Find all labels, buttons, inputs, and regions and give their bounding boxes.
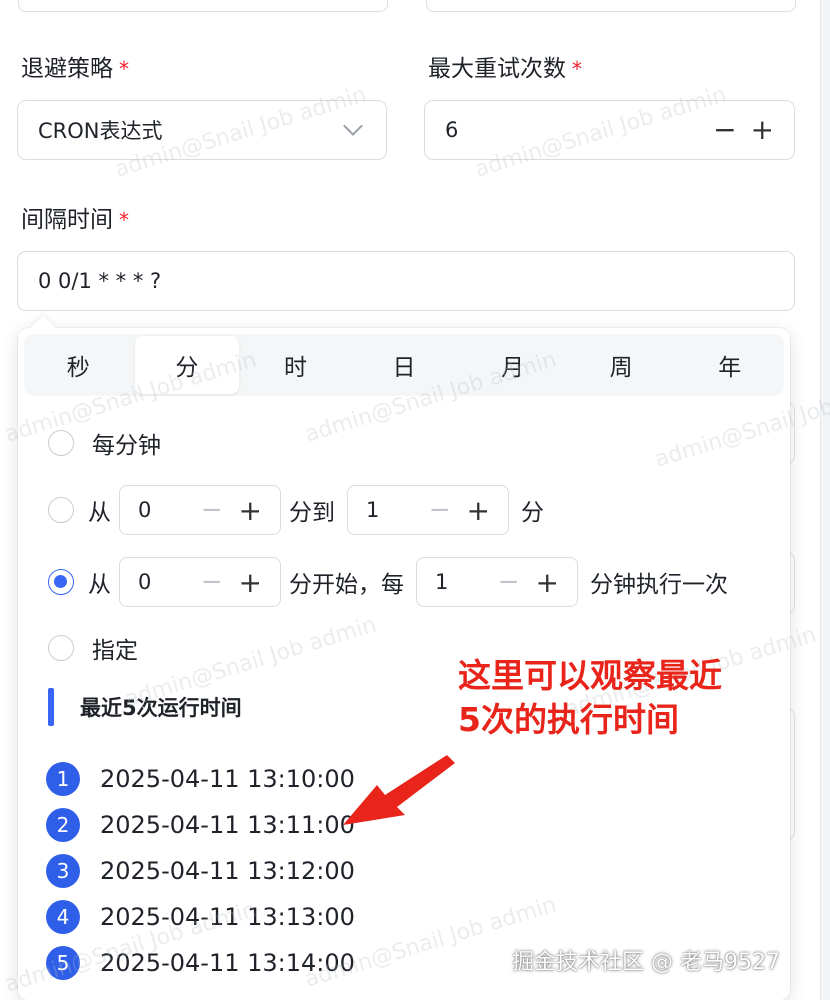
- step-start-stepper[interactable]: 0 − +: [119, 557, 281, 607]
- option-specify[interactable]: 指定: [48, 633, 138, 664]
- footer-watermark: 掘金技术社区 @ 老马9527: [512, 950, 780, 975]
- annotation-line-1: 这里可以观察最近: [458, 656, 722, 695]
- backoff-strategy-value: CRON表达式: [38, 119, 163, 143]
- option-range: 从 0 − + 分到 1 − + 分: [48, 484, 544, 536]
- list-item: 4 2025-04-11 13:13:00: [46, 900, 355, 934]
- range-start-stepper[interactable]: 0 − +: [119, 485, 281, 535]
- cron-unit-tabs: 秒 分 时 日 月 周 年: [24, 334, 784, 396]
- tab-hour[interactable]: 时: [243, 336, 348, 394]
- interval-label: 间隔时间 *: [21, 207, 129, 233]
- section-accent-bar: [48, 688, 54, 726]
- option-specify-label: 指定: [92, 638, 138, 664]
- interval-cron-value: 0 0/1 * * * ?: [38, 269, 162, 293]
- range-unit-label: 分: [521, 500, 544, 526]
- plus-icon[interactable]: +: [751, 116, 774, 144]
- tab-day[interactable]: 日: [352, 336, 457, 394]
- tab-year[interactable]: 年: [677, 336, 782, 394]
- tab-minute[interactable]: 分: [134, 336, 240, 394]
- annotation-text: 这里可以观察最近 5次的执行时间: [458, 654, 722, 742]
- previous-field-right[interactable]: [426, 0, 796, 12]
- max-retry-stepper[interactable]: 6 − +: [424, 100, 795, 160]
- minus-icon[interactable]: −: [429, 495, 451, 525]
- run-time: 2025-04-11 13:11:00: [100, 811, 355, 839]
- arrow-icon: [343, 755, 455, 825]
- option-every-minute[interactable]: 每分钟: [48, 428, 161, 459]
- index-badge: 3: [46, 854, 80, 888]
- plus-icon[interactable]: +: [467, 494, 490, 527]
- max-retry-label: 最大重试次数 *: [428, 56, 582, 82]
- step-unit-label: 分钟执行一次: [590, 572, 728, 598]
- range-end-value[interactable]: 1: [366, 498, 429, 522]
- backoff-strategy-select[interactable]: CRON表达式: [17, 100, 387, 160]
- range-from-label: 从: [88, 500, 111, 526]
- tab-month[interactable]: 月: [460, 336, 565, 394]
- range-end-stepper[interactable]: 1 − +: [347, 485, 509, 535]
- list-item: 3 2025-04-11 13:12:00: [46, 854, 355, 888]
- option-step: 从 0 − + 分开始，每 1 − + 分钟执行一次: [48, 556, 728, 608]
- max-retry-value[interactable]: 6: [445, 118, 713, 142]
- task-form: 退避策略 * CRON表达式 最大重试次数 * 6 − + 间隔时间 * 0 0/1 …: [0, 0, 830, 1000]
- recent-runs-title-text: 最近5次运行时间: [80, 696, 242, 720]
- run-time: 2025-04-11 13:12:00: [100, 857, 355, 885]
- backoff-strategy-label: 退避策略 *: [21, 56, 129, 82]
- radio-every-minute[interactable]: [48, 430, 74, 456]
- tab-week[interactable]: 周: [569, 336, 674, 394]
- plus-icon[interactable]: +: [536, 566, 559, 599]
- index-badge: 5: [46, 946, 80, 980]
- run-time: 2025-04-11 13:13:00: [100, 903, 355, 931]
- list-item: 1 2025-04-11 13:10:00: [46, 762, 355, 796]
- minus-icon[interactable]: −: [201, 495, 223, 525]
- minus-icon[interactable]: −: [201, 567, 223, 597]
- required-mark: *: [119, 57, 129, 81]
- tab-second[interactable]: 秒: [26, 336, 131, 394]
- step-interval-value[interactable]: 1: [435, 570, 498, 594]
- recent-runs-title: 最近5次运行时间: [48, 688, 242, 726]
- list-item: 2 2025-04-11 13:11:00: [46, 808, 355, 842]
- option-every-minute-label: 每分钟: [92, 433, 161, 459]
- step-start-value[interactable]: 0: [138, 570, 201, 594]
- run-time: 2025-04-11 13:10:00: [100, 765, 355, 793]
- minus-icon[interactable]: −: [713, 116, 736, 144]
- required-mark: *: [119, 208, 129, 232]
- range-to-label: 分到: [289, 500, 335, 526]
- chevron-down-icon: [343, 116, 363, 136]
- index-badge: 1: [46, 762, 80, 796]
- radio-range[interactable]: [48, 497, 74, 523]
- range-start-value[interactable]: 0: [138, 498, 201, 522]
- index-badge: 4: [46, 900, 80, 934]
- list-item: 5 2025-04-11 13:14:00: [46, 946, 355, 980]
- step-every-label: 分开始，每: [289, 572, 404, 598]
- required-mark: *: [572, 57, 582, 81]
- annotation-line-2: 5次的执行时间: [458, 700, 679, 739]
- plus-icon[interactable]: +: [239, 494, 262, 527]
- run-time: 2025-04-11 13:14:00: [100, 949, 355, 977]
- plus-icon[interactable]: +: [239, 566, 262, 599]
- step-interval-stepper[interactable]: 1 − +: [416, 557, 578, 607]
- radio-step-selected[interactable]: [48, 569, 74, 595]
- interval-cron-input[interactable]: 0 0/1 * * * ?: [17, 251, 795, 311]
- radio-specify[interactable]: [48, 635, 74, 661]
- minus-icon[interactable]: −: [498, 567, 520, 597]
- previous-field-left[interactable]: [18, 0, 388, 12]
- index-badge: 2: [46, 808, 80, 842]
- step-from-label: 从: [88, 572, 111, 598]
